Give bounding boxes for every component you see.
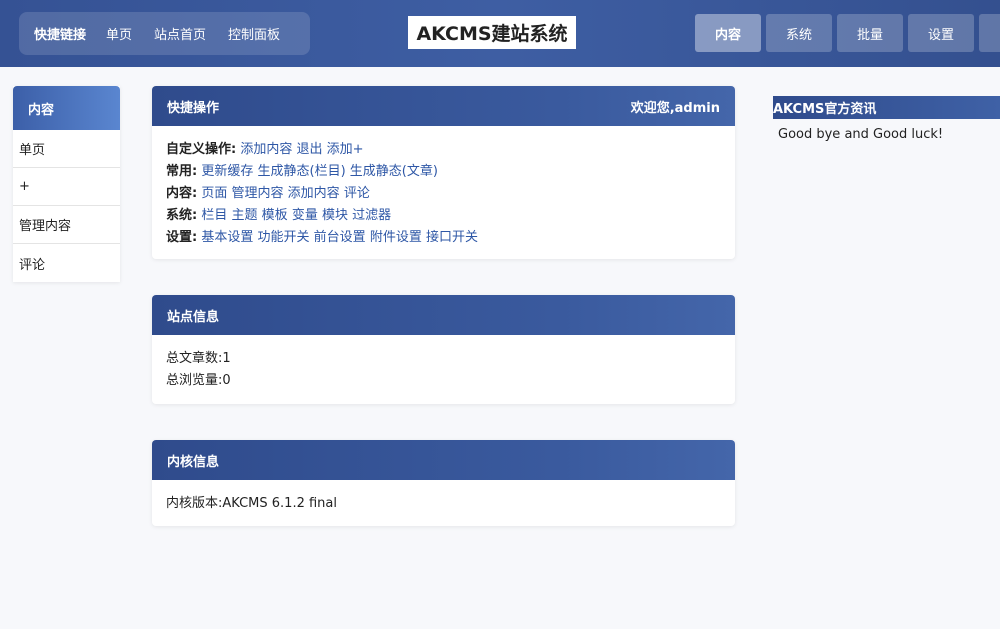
- quick-ops-link[interactable]: 管理内容: [232, 186, 284, 201]
- quicklink-single-page[interactable]: 单页: [106, 24, 132, 43]
- quick-ops-row: 自定义操作: 添加内容 退出 添加+: [166, 139, 721, 161]
- quick-ops-link[interactable]: 基本设置: [201, 230, 253, 245]
- site-info-title: 站点信息: [167, 309, 220, 325]
- kernel-info-body: 内核版本:AKCMS 6.1.2 final: [152, 480, 735, 526]
- quick-ops-link[interactable]: 评论: [344, 186, 370, 201]
- quick-ops-link[interactable]: 附件设置: [370, 230, 422, 245]
- quick-ops-panel: 快捷操作 欢迎您,admin 自定义操作: 添加内容 退出 添加+ 常用: 更新缓…: [152, 86, 735, 259]
- news-title: AKCMS官方资讯: [773, 96, 1000, 119]
- quick-ops-row: 设置: 基本设置 功能开关 前台设置 附件设置 接口开关: [166, 227, 721, 249]
- sidebar: 内容 单页 + 管理内容 评论: [13, 86, 120, 282]
- quick-ops-link[interactable]: 退出: [297, 142, 323, 157]
- quick-ops-link[interactable]: 添加内容: [288, 186, 340, 201]
- article-count: 总文章数:1: [166, 351, 231, 366]
- nav-tab-content[interactable]: 内容: [695, 14, 761, 52]
- logo: AKCMS建站系统: [408, 16, 576, 49]
- kernel-version: 内核版本:AKCMS 6.1.2 final: [166, 496, 337, 511]
- kernel-info-panel: 内核信息 内核版本:AKCMS 6.1.2 final: [152, 440, 735, 526]
- quick-ops-body: 自定义操作: 添加内容 退出 添加+ 常用: 更新缓存 生成静态(栏目) 生成静态…: [152, 126, 735, 259]
- news-box: AKCMS官方资讯 Good bye and Good luck!: [773, 96, 1000, 150]
- quick-ops-link[interactable]: 接口开关: [426, 230, 478, 245]
- quick-ops-header: 快捷操作 欢迎您,admin: [152, 86, 735, 126]
- quick-ops-row: 常用: 更新缓存 生成静态(栏目) 生成静态(文章): [166, 161, 721, 183]
- nav-tab-batch[interactable]: 批量: [837, 14, 903, 52]
- sidebar-item-single-page[interactable]: 单页: [13, 130, 120, 168]
- sidebar-item-manage-content[interactable]: 管理内容: [13, 206, 120, 244]
- view-count: 总浏览量:0: [166, 373, 231, 388]
- kernel-info-header: 内核信息: [152, 440, 735, 480]
- news-text: Good bye and Good luck!: [778, 127, 944, 142]
- quick-ops-row: 内容: 页面 管理内容 添加内容 评论: [166, 183, 721, 205]
- quick-ops-link[interactable]: 添加内容: [240, 142, 292, 157]
- welcome-text: 欢迎您,admin: [630, 101, 720, 116]
- quick-ops-row-label: 设置:: [166, 230, 198, 245]
- top-header: 快捷链接 单页 站点首页 控制面板 AKCMS建站系统 内容 系统 批量 设置 …: [0, 0, 1000, 67]
- site-info-body: 总文章数:1 总浏览量:0: [152, 335, 735, 404]
- quick-ops-link[interactable]: 过滤器: [352, 208, 391, 223]
- quick-ops-link[interactable]: 生成静态(文章): [350, 164, 438, 179]
- nav-tab-settings[interactable]: 设置: [908, 14, 974, 52]
- kernel-info-title: 内核信息: [167, 454, 220, 470]
- quick-ops-link[interactable]: 功能开关: [258, 230, 310, 245]
- quick-ops-link[interactable]: 模板: [262, 208, 288, 223]
- quick-ops-title: 快捷操作: [167, 100, 220, 116]
- sidebar-item-comments[interactable]: 评论: [13, 244, 120, 282]
- quick-ops-row-label: 自定义操作:: [166, 142, 237, 157]
- quick-ops-link[interactable]: 生成静态(栏目): [258, 164, 346, 179]
- site-info-header: 站点信息: [152, 295, 735, 335]
- quick-ops-link[interactable]: 变量: [292, 208, 318, 223]
- quick-ops-row-label: 内容:: [166, 186, 198, 201]
- quick-ops-link[interactable]: 栏目: [201, 208, 227, 223]
- quick-ops-link[interactable]: 页面: [201, 186, 227, 201]
- quick-ops-link[interactable]: 添加+: [327, 142, 364, 157]
- quick-ops-row-label: 系统:: [166, 208, 198, 223]
- quicklinks-bar: 快捷链接 单页 站点首页 控制面板: [19, 12, 310, 55]
- quick-ops-link[interactable]: 前台设置: [314, 230, 366, 245]
- sidebar-title: 内容: [13, 86, 120, 130]
- quicklink-control-panel[interactable]: 控制面板: [228, 24, 280, 43]
- quick-ops-link[interactable]: 模块: [322, 208, 348, 223]
- quicklink-site-home[interactable]: 站点首页: [154, 24, 206, 43]
- quick-ops-row: 系统: 栏目 主题 模板 变量 模块 过滤器: [166, 205, 721, 227]
- nav-tab-system[interactable]: 系统: [766, 14, 832, 52]
- quicklinks-title: 快捷链接: [34, 28, 87, 43]
- site-info-panel: 站点信息 总文章数:1 总浏览量:0: [152, 295, 735, 404]
- sidebar-item-add[interactable]: +: [13, 168, 120, 206]
- nav-tab-tools[interactable]: 工: [979, 14, 1000, 52]
- quick-ops-link[interactable]: 更新缓存: [201, 164, 253, 179]
- quick-ops-link[interactable]: 主题: [232, 208, 258, 223]
- quick-ops-row-label: 常用:: [166, 164, 198, 179]
- top-nav: 内容 系统 批量 设置 工: [695, 14, 1000, 52]
